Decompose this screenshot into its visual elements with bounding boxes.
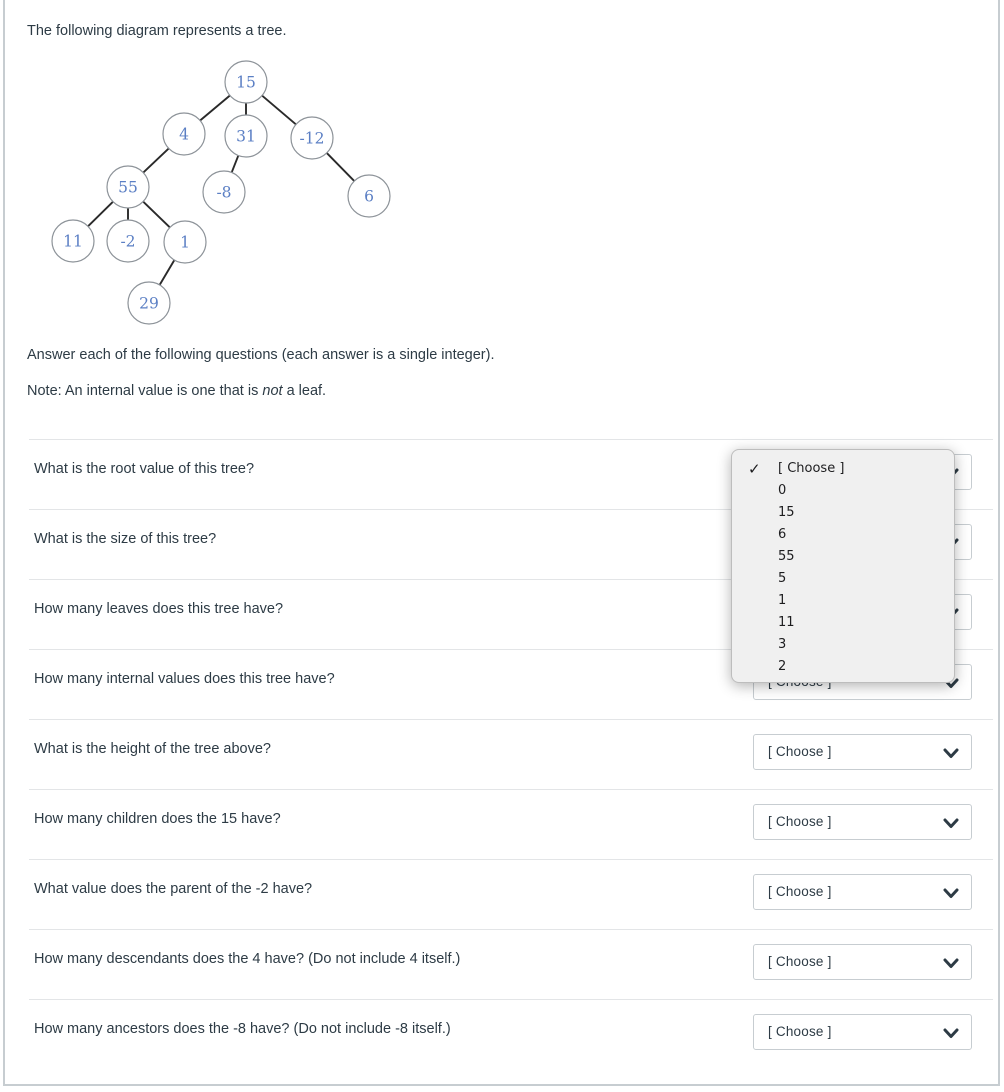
chevron-down-icon <box>943 1026 959 1040</box>
dropdown-option[interactable]: 15 <box>732 502 954 524</box>
tree-edge <box>325 152 356 182</box>
internal-value-note: Note: An internal value is one that is n… <box>27 381 326 401</box>
tree-edge <box>261 94 297 126</box>
question-label: What value does the parent of the -2 hav… <box>34 881 313 897</box>
tree-edge <box>199 94 231 122</box>
tree-node: 29 <box>127 281 171 325</box>
question-row: What is the height of the tree above? [ C… <box>29 719 993 789</box>
chevron-down-icon <box>943 886 959 900</box>
dropdown-option[interactable]: 55 <box>732 546 954 568</box>
tree-diagram-svg: 15 4 31 -12 55 -8 6 11 -2 1 29 <box>51 60 391 325</box>
tree-node-label: 4 <box>179 126 189 144</box>
tree-node-label: 15 <box>236 74 256 92</box>
dropdown-option-label: 11 <box>778 615 795 630</box>
tree-node-label: 55 <box>118 179 138 197</box>
tree-node: 15 <box>224 60 268 104</box>
answer-select-value: [ Choose ] <box>768 744 832 759</box>
answer-select-value: [ Choose ] <box>768 954 832 969</box>
chevron-down-icon <box>943 816 959 830</box>
answer-select-value: [ Choose ] <box>768 1024 832 1039</box>
question-row: What value does the parent of the -2 hav… <box>29 859 993 929</box>
dropdown-options-panel[interactable]: ✓[ Choose ] 0 15 6 55 5 1 11 3 2 <box>731 449 955 683</box>
tree-node-label: 31 <box>236 128 256 146</box>
tree-node: 31 <box>224 114 268 158</box>
answer-select-6[interactable]: [ Choose ] <box>753 804 972 840</box>
chevron-down-icon <box>943 956 959 970</box>
tree-edge <box>230 154 240 174</box>
dropdown-option[interactable]: 0 <box>732 480 954 502</box>
page-title: The following diagram represents a tree. <box>27 23 287 39</box>
dropdown-option-label: 2 <box>778 659 787 674</box>
question-label: How many ancestors does the -8 have? (Do… <box>34 1021 451 1037</box>
dropdown-option[interactable]: 3 <box>732 634 954 656</box>
dropdown-option-label: 6 <box>778 527 787 542</box>
check-icon: ✓ <box>748 460 761 478</box>
question-row: How many children does the 15 have? [ Cho… <box>29 789 993 859</box>
tree-node-label: -12 <box>300 130 325 148</box>
tree-node-label: -8 <box>216 184 231 202</box>
tree-node-label: 1 <box>180 234 190 252</box>
tree-nodes: 15 4 31 -12 55 -8 6 11 -2 1 29 <box>51 60 391 325</box>
tree-node-label: 11 <box>63 233 83 251</box>
tree-edge <box>87 200 114 228</box>
tree-node-label: 29 <box>139 295 159 313</box>
question-label: How many leaves does this tree have? <box>34 601 284 617</box>
tree-edge <box>142 200 171 229</box>
page-frame: The following diagram represents a tree.… <box>3 0 1000 1086</box>
answer-select-8[interactable]: [ Choose ] <box>753 944 972 980</box>
answer-select-5[interactable]: [ Choose ] <box>753 734 972 770</box>
question-label: What is the height of the tree above? <box>34 741 271 757</box>
dropdown-option-label: 1 <box>778 593 787 608</box>
note-prefix: Note: An internal value is one that is <box>27 383 263 399</box>
dropdown-option-label: [ Choose ] <box>778 461 845 476</box>
dropdown-option[interactable]: 1 <box>732 590 954 612</box>
tree-node: 1 <box>163 220 207 264</box>
tree-node: 55 <box>106 165 150 209</box>
note-suffix: a leaf. <box>282 383 327 399</box>
answer-select-value: [ Choose ] <box>768 814 832 829</box>
answer-select-7[interactable]: [ Choose ] <box>753 874 972 910</box>
dropdown-option[interactable]: 5 <box>732 568 954 590</box>
note-emphasis: not <box>262 383 283 399</box>
tree-edge <box>142 147 170 174</box>
tree-edge <box>158 259 176 286</box>
question-label: What is the root value of this tree? <box>34 461 255 477</box>
dropdown-option-label: 0 <box>778 483 787 498</box>
dropdown-option[interactable]: 2 <box>732 656 954 678</box>
question-row: How many descendants does the 4 have? (D… <box>29 929 993 999</box>
dropdown-option[interactable]: ✓ [ Choose ] <box>732 458 954 480</box>
question-row: How many ancestors does the -8 have? (Do… <box>29 999 993 1069</box>
question-label: How many internal values does this tree … <box>34 671 335 687</box>
dropdown-option-label: 15 <box>778 505 795 520</box>
answer-instruction: Answer each of the following questions (… <box>27 347 495 363</box>
tree-node-label: -2 <box>120 233 135 251</box>
answer-select-value: [ Choose ] <box>768 884 832 899</box>
tree-node-label: 6 <box>364 188 374 206</box>
answer-select-9[interactable]: [ Choose ] <box>753 1014 972 1050</box>
tree-node: -12 <box>290 116 334 160</box>
dropdown-option-label: 5 <box>778 571 787 586</box>
dropdown-option-label: 3 <box>778 637 787 652</box>
tree-node: -2 <box>106 219 150 263</box>
tree-node: 4 <box>162 112 206 156</box>
tree-node: 11 <box>51 219 95 263</box>
chevron-down-icon <box>943 746 959 760</box>
dropdown-option[interactable]: 11 <box>732 612 954 634</box>
dropdown-option[interactable]: 6 <box>732 524 954 546</box>
question-label: How many descendants does the 4 have? (D… <box>34 951 461 967</box>
question-label: How many children does the 15 have? <box>34 811 281 827</box>
question-label: What is the size of this tree? <box>34 531 217 547</box>
dropdown-option-label: 55 <box>778 549 795 564</box>
tree-node: -8 <box>202 170 246 214</box>
tree-diagram: 15 4 31 -12 55 -8 6 11 -2 1 29 <box>45 55 405 335</box>
tree-node: 6 <box>347 174 391 218</box>
